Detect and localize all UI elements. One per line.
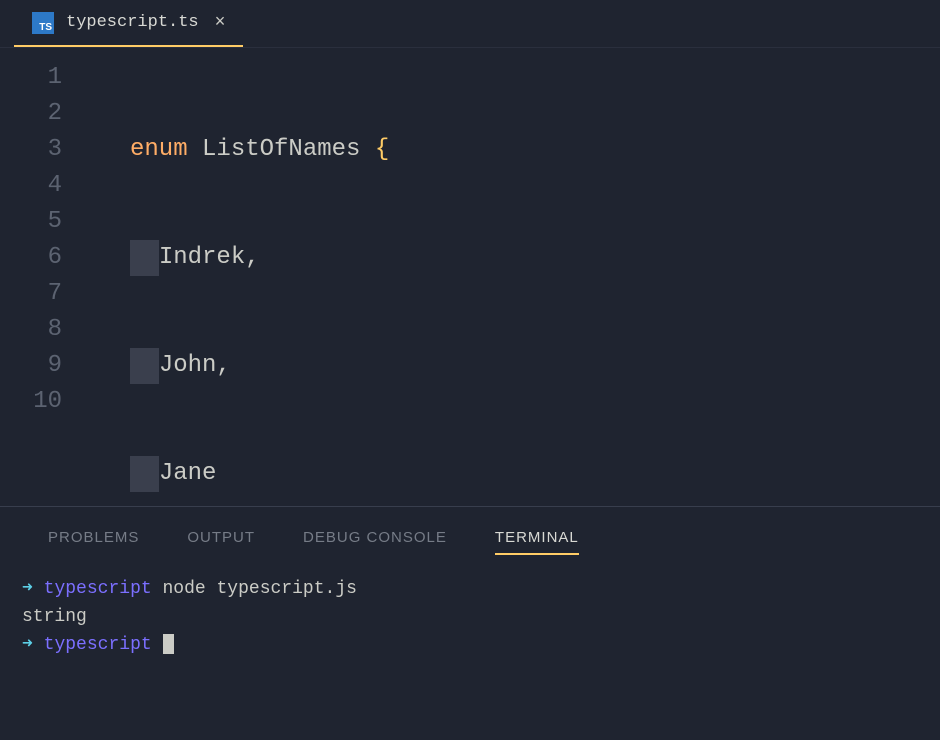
line-number: 2 bbox=[0, 96, 62, 132]
code-line: Indrek, bbox=[130, 240, 940, 276]
tab-problems[interactable]: PROBLEMS bbox=[48, 529, 139, 555]
code-line: John, bbox=[130, 348, 940, 384]
line-number: 9 bbox=[0, 348, 62, 384]
terminal-output[interactable]: ➜ typescript node typescript.js string ➜… bbox=[0, 569, 940, 665]
cursor-icon bbox=[163, 634, 174, 654]
close-icon[interactable]: × bbox=[215, 13, 226, 33]
line-number-gutter: 1 2 3 4 5 6 7 8 9 10 bbox=[0, 48, 90, 506]
tab-debug-console[interactable]: DEBUG CONSOLE bbox=[303, 529, 447, 555]
terminal-line: ➜ typescript node typescript.js bbox=[22, 575, 918, 603]
tab-bar: TS typescript.ts × bbox=[0, 0, 940, 48]
code-editor[interactable]: 1 2 3 4 5 6 7 8 9 10 enum ListOfNames { … bbox=[0, 48, 940, 506]
line-number: 4 bbox=[0, 168, 62, 204]
panel-tabs: PROBLEMS OUTPUT DEBUG CONSOLE TERMINAL bbox=[0, 507, 940, 569]
line-number: 8 bbox=[0, 312, 62, 348]
file-tab[interactable]: TS typescript.ts × bbox=[14, 0, 243, 47]
terminal-line: string bbox=[22, 603, 918, 631]
tab-output[interactable]: OUTPUT bbox=[187, 529, 255, 555]
code-content[interactable]: enum ListOfNames { Indrek, John, Jane } … bbox=[90, 48, 940, 506]
code-line: Jane bbox=[130, 456, 940, 492]
terminal-prompt[interactable]: ➜ typescript bbox=[22, 631, 918, 659]
line-number: 1 bbox=[0, 60, 62, 96]
line-number: 5 bbox=[0, 204, 62, 240]
tab-filename: typescript.ts bbox=[66, 13, 199, 32]
line-number: 6 bbox=[0, 240, 62, 276]
bottom-panel: PROBLEMS OUTPUT DEBUG CONSOLE TERMINAL ➜… bbox=[0, 506, 940, 736]
line-number: 7 bbox=[0, 276, 62, 312]
line-number: 10 bbox=[0, 384, 62, 420]
typescript-icon: TS bbox=[32, 12, 54, 34]
tab-terminal[interactable]: TERMINAL bbox=[495, 529, 579, 555]
line-number: 3 bbox=[0, 132, 62, 168]
code-line: enum ListOfNames { bbox=[130, 132, 940, 168]
